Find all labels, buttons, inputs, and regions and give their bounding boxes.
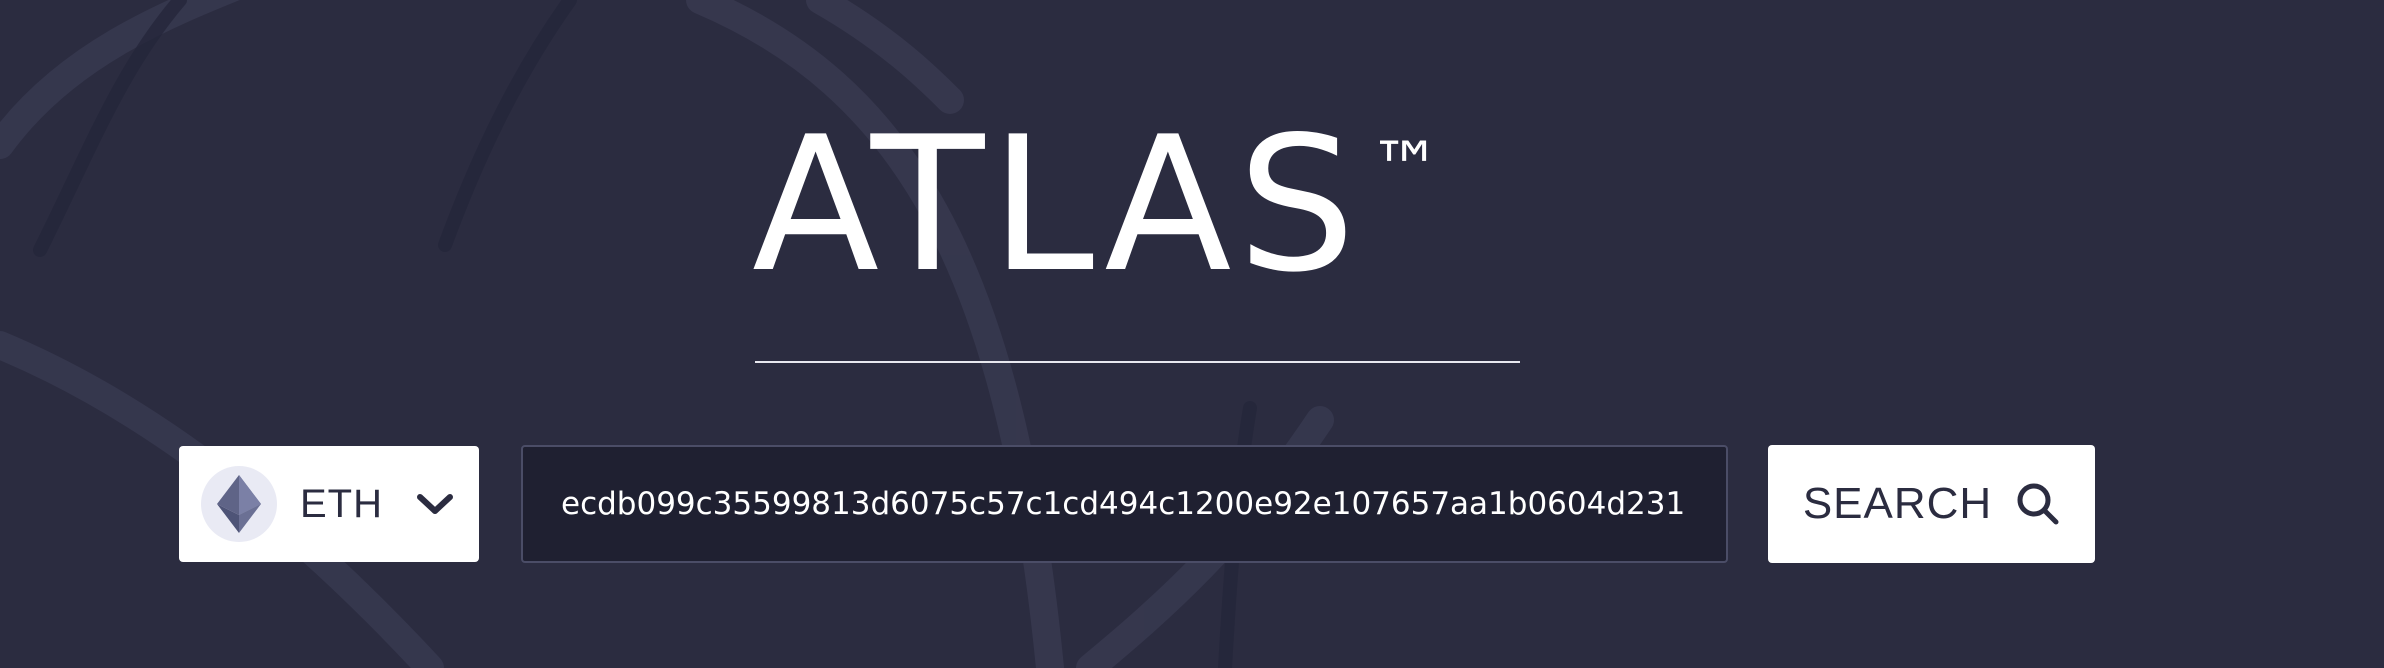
search-input[interactable]: [521, 445, 1728, 563]
chain-selector-label: ETH: [300, 481, 383, 526]
logo-divider: [755, 361, 1520, 363]
ethereum-icon: [201, 466, 277, 542]
search-icon: [2016, 482, 2060, 526]
search-button[interactable]: SEARCH: [1768, 445, 2095, 563]
search-button-label: SEARCH: [1802, 479, 1993, 528]
chain-selector[interactable]: ETH: [179, 446, 479, 562]
chevron-down-icon: [413, 482, 457, 526]
trademark-symbol: ™: [1369, 126, 1442, 210]
atlas-logo: ATLAS ™: [752, 110, 1442, 300]
logo-text: ATLAS: [752, 96, 1362, 313]
